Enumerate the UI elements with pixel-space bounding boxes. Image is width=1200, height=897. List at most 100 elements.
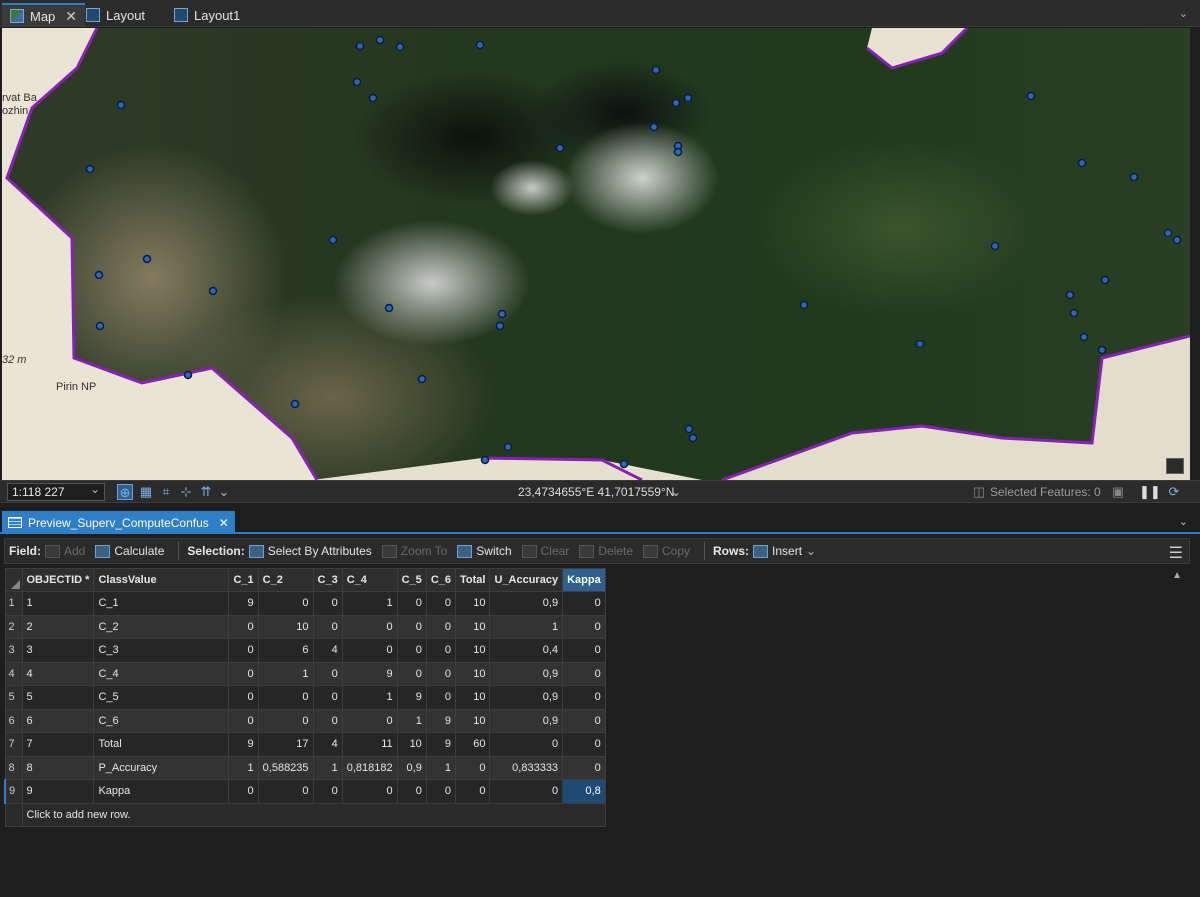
insert-row-button[interactable]: Insert ⌄ xyxy=(753,544,816,558)
table-cell[interactable]: 60 xyxy=(454,732,491,757)
table-cell[interactable]: 8 xyxy=(21,755,95,780)
table-cell[interactable]: 0 xyxy=(396,638,427,663)
table-cell[interactable]: 0 xyxy=(489,732,564,757)
table-cell[interactable]: 4 xyxy=(312,732,343,757)
row-header[interactable]: 1 xyxy=(4,591,23,616)
table-cell[interactable]: 0 xyxy=(341,708,398,733)
table-cell[interactable]: 0 xyxy=(562,708,606,733)
add-field-button[interactable]: Add xyxy=(45,544,85,558)
table-cell[interactable]: 0 xyxy=(454,755,491,780)
table-cell[interactable]: 1 xyxy=(228,755,259,780)
table-row[interactable]: 5 5 C_5 0 0 0 1 9 0 10 0,9 0 xyxy=(4,685,606,710)
tab-attribute-table[interactable]: Preview_Superv_ComputeConfus ✕ xyxy=(2,511,235,534)
column-header[interactable]: C_2 xyxy=(257,568,314,592)
row-header[interactable]: 3 xyxy=(4,638,23,663)
row-header[interactable]: 9 xyxy=(4,779,23,804)
column-header[interactable]: ClassValue xyxy=(93,568,230,592)
menu-icon[interactable]: ☰ xyxy=(1169,543,1183,563)
table-cell[interactable]: 0 xyxy=(228,661,259,686)
table-cell[interactable]: 0,833333 xyxy=(489,755,564,780)
table-cell[interactable]: 0,9 xyxy=(489,685,564,710)
add-row[interactable]: Click to add new row. xyxy=(4,802,606,827)
table-cell[interactable]: 0 xyxy=(425,638,457,663)
table-cell[interactable]: 17 xyxy=(257,732,314,757)
table-cell[interactable]: 0 xyxy=(425,591,457,616)
table-cell[interactable]: 0 xyxy=(341,638,398,663)
column-header[interactable]: C_6 xyxy=(425,568,457,592)
table-cell[interactable]: 9 xyxy=(425,708,457,733)
table-cell[interactable]: 0 xyxy=(312,779,343,804)
table-row[interactable]: 2 2 C_2 0 10 0 0 0 0 10 1 0 xyxy=(4,614,606,639)
table-cell[interactable]: 0,588235 xyxy=(257,755,314,780)
table-cell[interactable]: Total xyxy=(93,732,230,757)
table-cell[interactable]: 0 xyxy=(562,614,606,639)
table-cell[interactable]: 0 xyxy=(396,591,427,616)
table-cell[interactable]: 0 xyxy=(562,638,606,663)
table-cell[interactable]: 0 xyxy=(312,614,343,639)
table-cell[interactable]: 10 xyxy=(454,638,491,663)
table-cell[interactable]: 6 xyxy=(21,708,95,733)
table-row[interactable]: 3 3 C_3 0 6 4 0 0 0 10 0,4 0 xyxy=(4,638,606,663)
table-cell[interactable]: 6 xyxy=(257,638,314,663)
select-by-attributes-button[interactable]: Select By Attributes xyxy=(248,544,372,558)
delete-button[interactable]: Delete xyxy=(579,544,633,558)
table-cell[interactable]: 10 xyxy=(454,591,491,616)
table-cell[interactable]: 0 xyxy=(454,779,491,804)
table-cell[interactable]: 0 xyxy=(425,661,457,686)
table-cell[interactable]: 9 xyxy=(228,732,259,757)
table-cell[interactable]: C_2 xyxy=(93,614,230,639)
fixed-zoom-icon[interactable]: ⊕ xyxy=(117,484,133,500)
table-cell[interactable]: 0 xyxy=(562,685,606,710)
table-cell[interactable]: 5 xyxy=(21,685,95,710)
table-cell[interactable]: 0 xyxy=(562,732,606,757)
table-cell[interactable]: 10 xyxy=(454,708,491,733)
table-cell[interactable]: 0 xyxy=(228,638,259,663)
table-cell[interactable]: 0 xyxy=(562,661,606,686)
column-header[interactable]: Kappa xyxy=(562,568,606,592)
table-cell[interactable]: 10 xyxy=(454,614,491,639)
table-cell[interactable]: 0,9 xyxy=(489,708,564,733)
table-cell[interactable]: 0 xyxy=(341,614,398,639)
table-row[interactable]: 1 1 C_1 9 0 0 1 0 0 10 0,9 0 xyxy=(4,591,606,616)
table-cell[interactable]: 1 xyxy=(489,614,564,639)
table-cell[interactable]: 0 xyxy=(425,779,457,804)
constraints-icon[interactable]: ⊹ xyxy=(178,484,194,500)
chevron-down-icon[interactable]: ⌄ xyxy=(216,484,232,500)
scale-dropdown[interactable]: 1:118 227 xyxy=(7,482,105,501)
table-cell[interactable]: 0,8 xyxy=(562,779,606,804)
table-cell[interactable]: 9 xyxy=(341,661,398,686)
table-cell[interactable]: 0 xyxy=(396,779,427,804)
table-cell[interactable]: Kappa xyxy=(93,779,230,804)
refresh-icon[interactable]: ⟳ xyxy=(1166,484,1182,500)
switch-button[interactable]: Switch xyxy=(457,544,512,558)
table-cell[interactable]: 0 xyxy=(396,614,427,639)
table-cell[interactable]: 0 xyxy=(341,779,398,804)
table-cell[interactable]: 10 xyxy=(454,685,491,710)
table-cell[interactable]: 9 xyxy=(396,685,427,710)
row-header[interactable]: 5 xyxy=(4,685,23,710)
calculate-button[interactable]: Calculate xyxy=(95,544,164,558)
chevron-down-icon[interactable]: ⌄ xyxy=(1179,515,1188,528)
table-cell[interactable]: 0,9 xyxy=(396,755,427,780)
table-cell[interactable]: 0 xyxy=(396,661,427,686)
table-row[interactable]: 4 4 C_4 0 1 0 9 0 0 10 0,9 0 xyxy=(4,661,606,686)
column-header[interactable]: C_3 xyxy=(312,568,343,592)
tab-map[interactable]: Map ✕ xyxy=(2,3,86,27)
table-cell[interactable]: 0 xyxy=(228,708,259,733)
table-cell[interactable]: 9 xyxy=(228,591,259,616)
table-cell[interactable]: 0,4 xyxy=(489,638,564,663)
table-cell[interactable]: 0,9 xyxy=(489,661,564,686)
row-header[interactable]: 8 xyxy=(4,755,23,780)
add-new-row-prompt[interactable]: Click to add new row. xyxy=(21,802,606,827)
table-cell[interactable]: 1 xyxy=(341,591,398,616)
tab-layout1[interactable]: Layout1 xyxy=(166,3,248,27)
table-row[interactable]: 7 7 Total 9 17 4 11 10 9 60 0 0 xyxy=(4,732,606,757)
table-cell[interactable]: 0 xyxy=(312,661,343,686)
column-header[interactable]: Total xyxy=(454,568,491,592)
table-cell[interactable]: C_5 xyxy=(93,685,230,710)
table-cell[interactable]: 4 xyxy=(21,661,95,686)
table-cell[interactable]: 1 xyxy=(341,685,398,710)
table-cell[interactable]: 0 xyxy=(489,779,564,804)
table-cell[interactable]: C_6 xyxy=(93,708,230,733)
table-cell[interactable]: 0 xyxy=(257,779,314,804)
